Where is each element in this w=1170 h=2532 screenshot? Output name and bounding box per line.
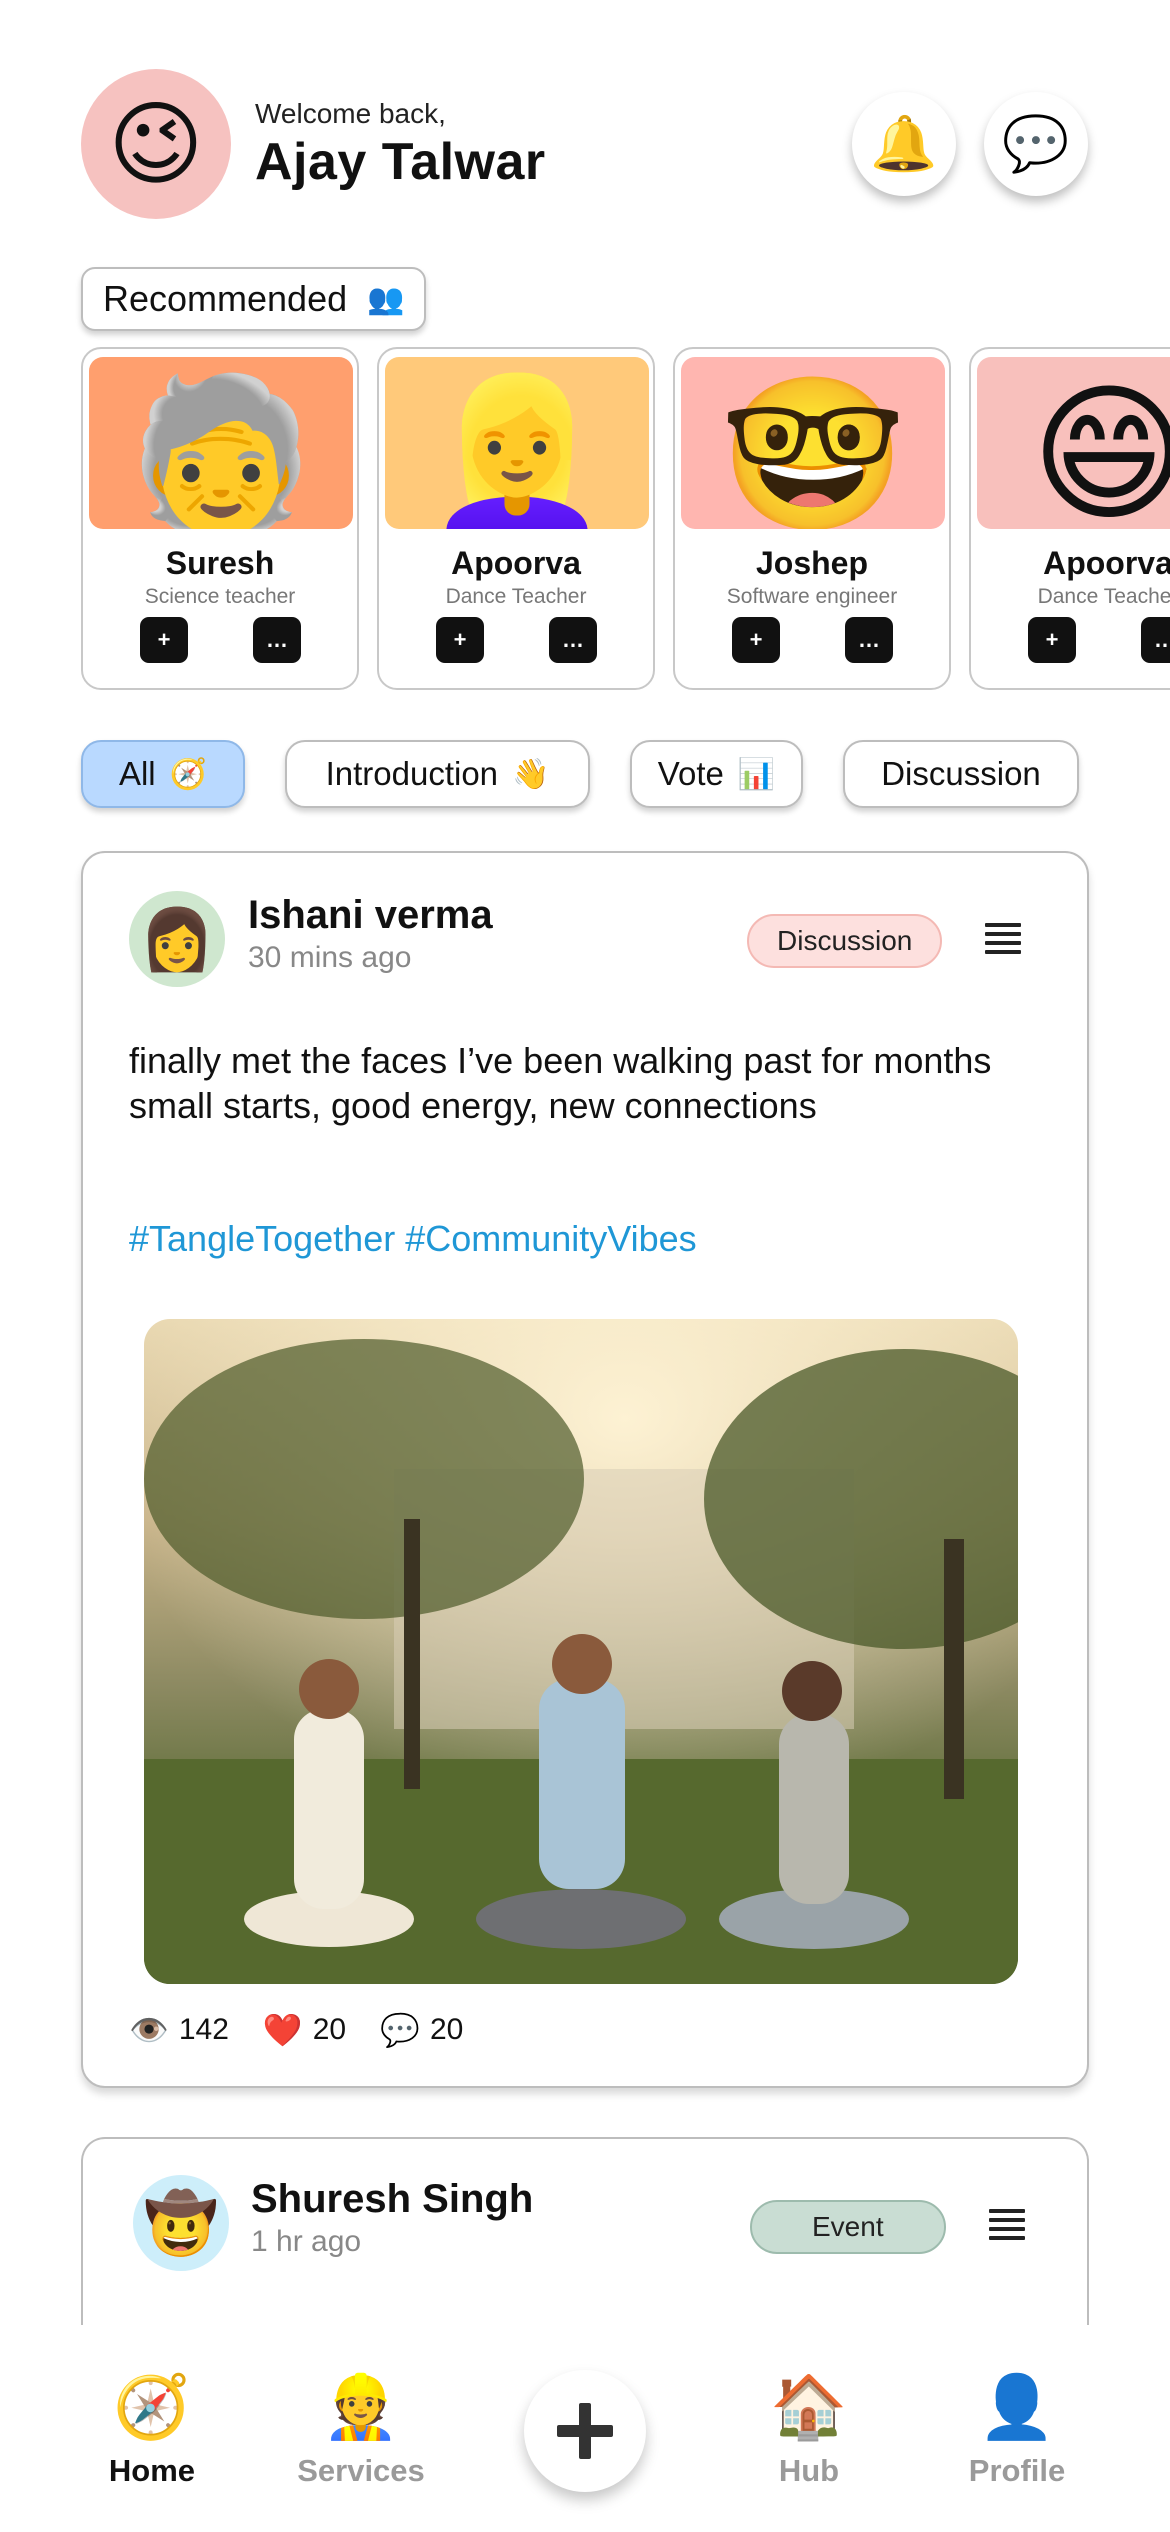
person-avatar: 🤓 <box>681 357 945 529</box>
post-card[interactable]: 👩 Ishani verma 30 mins ago Discussion fi… <box>81 851 1089 2088</box>
nav-profile[interactable]: 👤 Profile <box>937 2377 1097 2489</box>
nav-hub[interactable]: 🏠 Hub <box>729 2377 889 2489</box>
recommended-text: Recommended <box>103 278 348 319</box>
author-avatar[interactable]: 🤠 <box>133 2175 229 2271</box>
comments-count: 20 <box>429 2013 464 2046</box>
author-avatar[interactable]: 👩 <box>129 891 225 987</box>
person-avatar: 🧓 <box>89 357 353 529</box>
post-text-line: finally met the faces I’ve been walking … <box>129 1040 992 1081</box>
recommended-carousel[interactable]: 🧓 Suresh Science teacher + … 👱‍♀️ Apoorv… <box>81 347 1170 692</box>
person-role: Dance Teacher <box>1037 585 1170 608</box>
likes-stat[interactable]: ❤️ 20 <box>263 2011 346 2049</box>
post-body: finally met the faces I’ve been walking … <box>129 1038 1049 1128</box>
user-avatar[interactable]: 😉 <box>81 69 231 219</box>
message-icon: … <box>858 627 880 652</box>
person-name: Apoorva <box>1043 545 1170 581</box>
user-name: Ajay Talwar <box>255 133 546 191</box>
wave-icon: 👋 <box>512 757 550 791</box>
add-user-icon: + <box>157 627 171 652</box>
person-role: Dance Teacher <box>445 585 587 608</box>
recommended-card[interactable]: 👱‍♀️ Apoorva Dance Teacher + … <box>377 347 655 690</box>
house-icon: 🏠 <box>770 2373 848 2442</box>
comments-stat[interactable]: 💬 20 <box>380 2011 463 2049</box>
author-name[interactable]: Shuresh Singh <box>251 2177 533 2222</box>
compass-icon: 🧭 <box>169 757 208 791</box>
add-friend-button[interactable]: + <box>1028 617 1076 663</box>
nav-label: Hub <box>778 2453 840 2488</box>
likes-count: 20 <box>312 2013 347 2046</box>
person-name: Joshep <box>755 545 869 581</box>
recommended-card[interactable]: 🧓 Suresh Science teacher + … <box>81 347 359 690</box>
create-post-button[interactable] <box>524 2370 646 2492</box>
heart-icon[interactable]: ❤️ <box>263 2011 303 2049</box>
filter-label: All <box>118 755 156 792</box>
nav-label: Services <box>297 2453 425 2488</box>
plus-icon <box>557 2425 613 2437</box>
filter-vote[interactable]: Vote 📊 <box>630 740 803 808</box>
nav-label: Profile <box>968 2453 1066 2488</box>
nav-services[interactable]: 👷 Services <box>281 2377 441 2489</box>
worker-icon: 👷 <box>322 2373 400 2442</box>
message-icon: … <box>562 627 584 652</box>
message-icon: … <box>1154 627 1170 653</box>
message-button[interactable]: … <box>549 617 597 663</box>
post-hashtags[interactable]: #TangleTogether #CommunityVibes <box>129 1218 697 1260</box>
notifications-button[interactable]: 🔔 <box>852 92 956 196</box>
post-stats: 👁️ 142 ❤️ 20 💬 20 <box>129 2011 463 2049</box>
person-role: Science teacher <box>144 585 296 608</box>
post-menu-icon[interactable] <box>985 923 1021 954</box>
person-role: Software engineer <box>726 585 898 608</box>
bar-chart-icon: 📊 <box>737 757 776 791</box>
views-stat: 👁️ 142 <box>129 2011 229 2049</box>
add-user-icon: + <box>749 627 763 652</box>
add-friend-button[interactable]: + <box>732 617 780 663</box>
message-button[interactable]: … <box>1141 617 1170 663</box>
post-category-badge: Discussion <box>747 914 943 968</box>
compass-icon: 🧭 <box>113 2373 191 2442</box>
people-icon: 👥 <box>367 282 405 316</box>
recommended-card[interactable]: 😄 Apoorva Dance Teacher + … <box>969 347 1170 690</box>
person-avatar: 👱‍♀️ <box>385 357 649 529</box>
park-photo-illustration <box>144 1319 1018 1984</box>
add-user-icon: + <box>453 627 467 652</box>
welcome-text: Welcome back, <box>255 98 446 129</box>
chat-icon: 💬 <box>1002 113 1070 174</box>
nav-label: Home <box>108 2453 196 2488</box>
eye-icon: 👁️ <box>129 2012 169 2048</box>
nav-home[interactable]: 🧭 Home <box>72 2377 232 2489</box>
message-icon: … <box>266 627 288 652</box>
filter-label: Vote <box>657 755 724 792</box>
post-photo[interactable] <box>144 1319 1018 1984</box>
person-avatar: 😄 <box>977 357 1170 529</box>
post-menu-icon[interactable] <box>989 2209 1025 2240</box>
message-button[interactable]: … <box>845 617 893 663</box>
profile-icon: 👤 <box>978 2373 1056 2442</box>
message-button[interactable]: … <box>253 617 301 663</box>
bell-icon: 🔔 <box>870 113 938 174</box>
comment-icon[interactable]: 💬 <box>380 2011 420 2049</box>
post-text-line: small starts, good energy, new connectio… <box>129 1085 817 1126</box>
filter-label: Introduction <box>325 755 499 792</box>
person-name: Apoorva <box>451 545 581 581</box>
filter-introduction[interactable]: Introduction 👋 <box>285 740 590 808</box>
filter-all[interactable]: All 🧭 <box>81 740 245 808</box>
views-count: 142 <box>178 2013 229 2046</box>
add-friend-button[interactable]: + <box>140 617 188 663</box>
filter-discussion[interactable]: Discussion <box>843 740 1079 808</box>
add-friend-button[interactable]: + <box>436 617 484 663</box>
messages-button[interactable]: 💬 <box>984 92 1088 196</box>
recommended-card[interactable]: 🤓 Joshep Software engineer + … <box>673 347 951 690</box>
filter-label: Discussion <box>881 755 1041 792</box>
person-name: Suresh <box>165 545 275 581</box>
post-timestamp: 30 mins ago <box>248 941 412 974</box>
recommended-label: Recommended 👥 <box>81 267 427 331</box>
add-user-icon: + <box>1045 627 1059 652</box>
post-category-badge: Event <box>750 2200 946 2254</box>
post-timestamp: 1 hr ago <box>251 2225 362 2258</box>
author-name[interactable]: Ishani verma <box>248 893 493 938</box>
